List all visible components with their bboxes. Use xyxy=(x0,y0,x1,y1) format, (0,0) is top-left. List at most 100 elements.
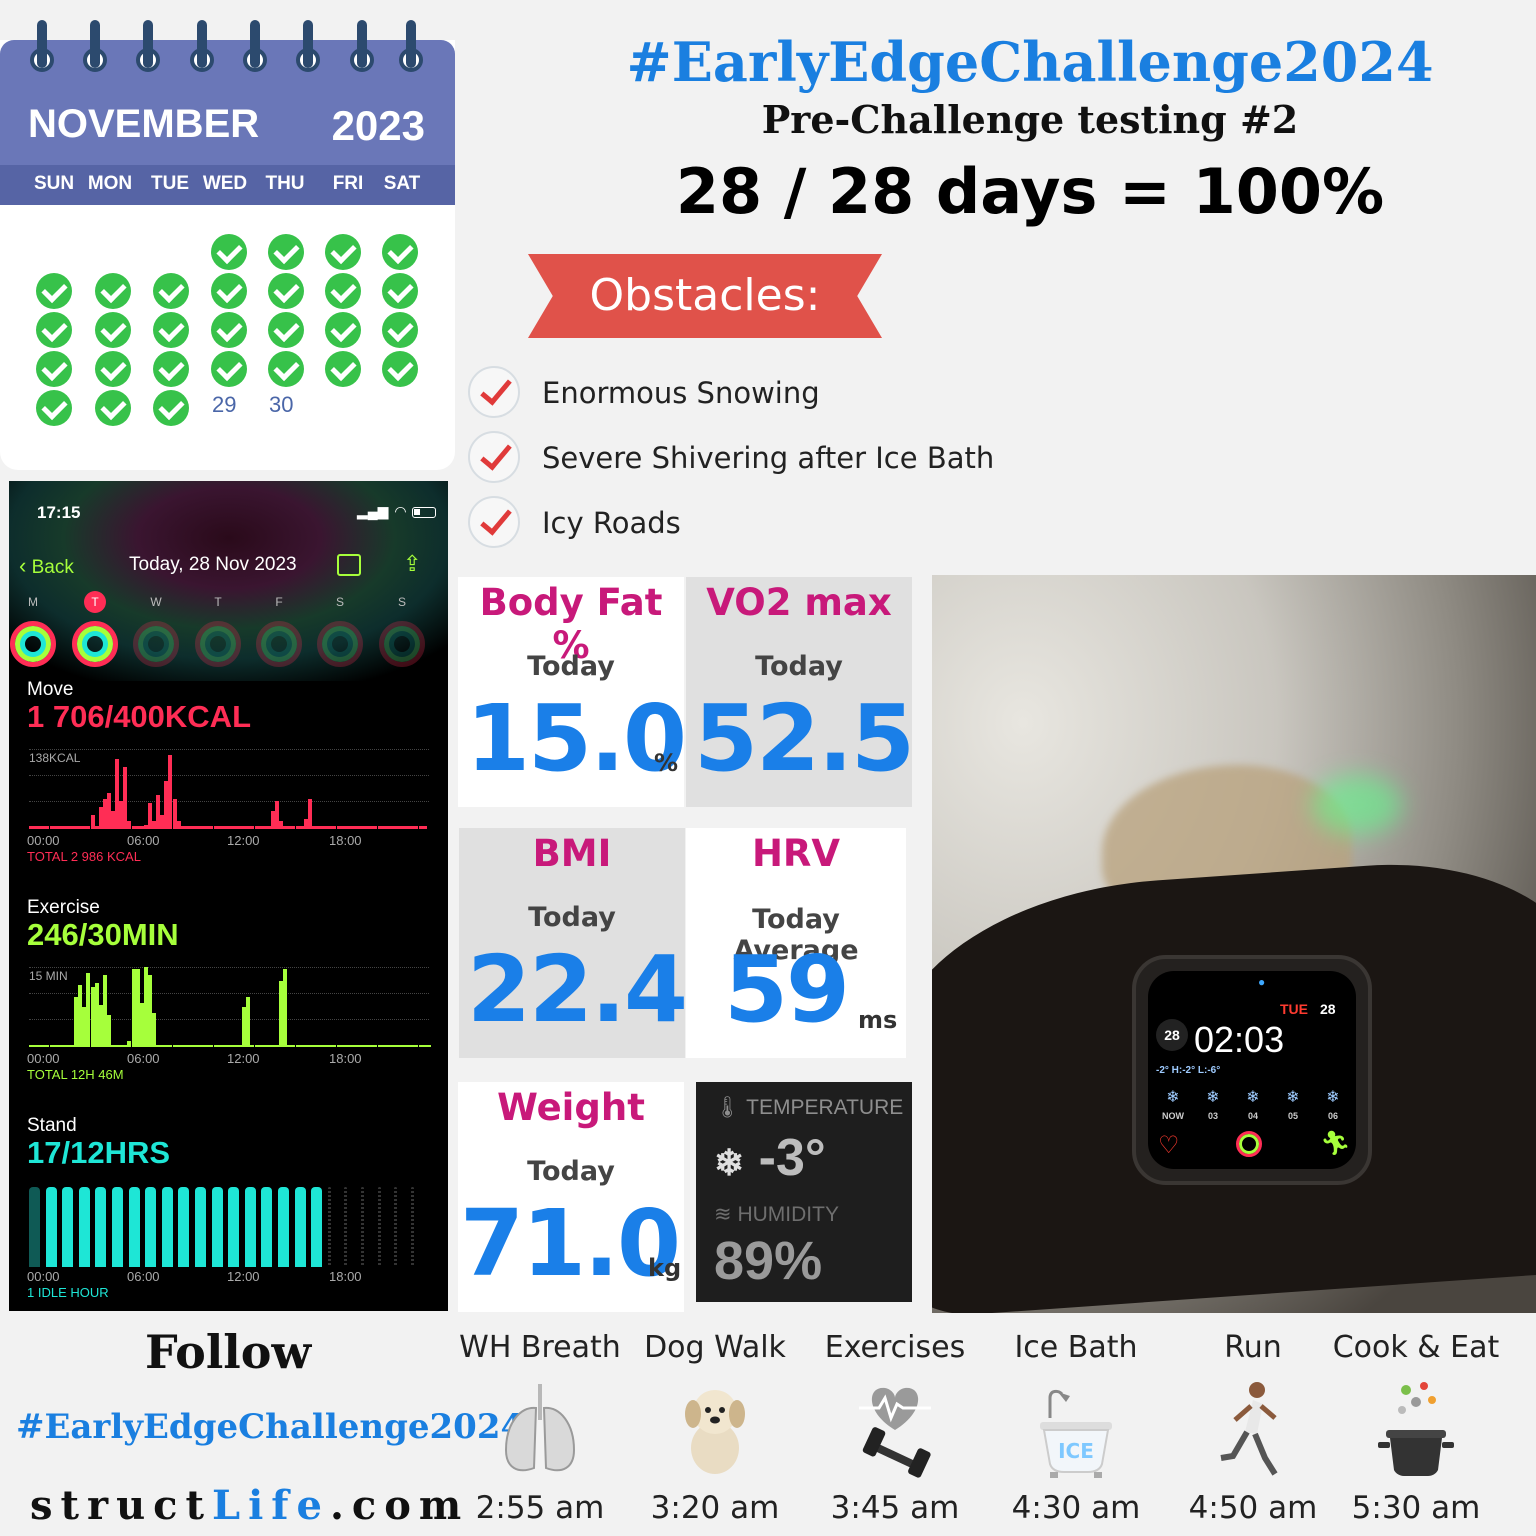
challenge-subtitle: Pre-Challenge testing #2 xyxy=(761,97,1299,142)
green-check-icon xyxy=(382,273,418,309)
stand-bar xyxy=(128,1187,140,1267)
stand-bar xyxy=(178,1187,190,1267)
watch-weather-line: -2° H:-2° L:-6° xyxy=(1156,1065,1221,1076)
activity-time: 4:50 am xyxy=(1188,1490,1318,1526)
forecast-hour: NOW xyxy=(1162,1111,1184,1121)
snowflake-icon: ❄ xyxy=(714,1142,745,1183)
activity-time: 5:30 am xyxy=(1351,1490,1481,1526)
time-tick: 18:00 xyxy=(329,1051,362,1066)
activity-ring-icon[interactable] xyxy=(72,621,118,667)
green-check-icon xyxy=(325,273,361,309)
time-tick: 00:00 xyxy=(27,1051,60,1066)
humidity-label: HUMIDITY xyxy=(737,1203,839,1226)
chevron-left-icon: ‹ xyxy=(19,553,27,578)
graph-bar xyxy=(123,767,128,829)
back-button[interactable]: ‹ Back xyxy=(19,553,74,579)
weekday-letter[interactable]: F xyxy=(268,595,290,609)
weekday-letter[interactable]: T xyxy=(207,595,229,609)
green-check-icon xyxy=(382,312,418,348)
activity-ring-icon[interactable] xyxy=(379,621,425,667)
obstacle-text: Icy Roads xyxy=(542,506,681,540)
exercise-value: 246/30MIN xyxy=(27,917,179,952)
bmi-value: 22.4 xyxy=(467,936,688,1043)
lungs-icon xyxy=(504,1384,576,1472)
glowing-collar xyxy=(1312,775,1402,835)
activity-time: 3:20 am xyxy=(650,1490,780,1526)
humidity-icon: ≋ xyxy=(714,1203,732,1226)
fitness-app-screenshot: 17:15 ▂▄▆ ◠ ‹ Back Today, 28 Nov 2023 ⇪ … xyxy=(9,481,448,1311)
share-icon[interactable]: ⇪ xyxy=(403,551,421,577)
activity-ring-icon[interactable] xyxy=(10,621,56,667)
green-check-icon xyxy=(382,351,418,387)
green-check-icon xyxy=(325,234,361,270)
site-part: Life xyxy=(211,1482,330,1529)
graph-bar xyxy=(283,969,288,1047)
bathtub-icon: ICE xyxy=(1040,1389,1112,1478)
snowflake-icon: ❄ xyxy=(1246,1087,1260,1106)
weekday-letter[interactable]: W xyxy=(145,595,167,609)
time-tick: 06:00 xyxy=(127,833,160,848)
stand-bar xyxy=(394,1187,398,1267)
battery-icon xyxy=(412,506,437,518)
time-tick: 06:00 xyxy=(127,1051,160,1066)
green-check-icon xyxy=(268,273,304,309)
watch-date-complication: 28 xyxy=(1156,1019,1188,1051)
green-check-icon xyxy=(211,234,247,270)
calendar: NOVEMBER 2023 SUN MON TUE WED THU FRI SA… xyxy=(0,40,455,470)
weekday-label: FRI xyxy=(332,173,364,194)
tile-subtitle: Today xyxy=(755,651,843,682)
checkmark-icon xyxy=(468,496,520,548)
calendar-icon[interactable] xyxy=(337,554,361,576)
bmi-tile: BMI Today 22.4 xyxy=(459,828,688,1058)
binding-ring-icon xyxy=(296,20,320,76)
activity-ice-bath: Ice Bath ICE 4:30 am xyxy=(988,1330,1164,1530)
weekday-letter[interactable]: S xyxy=(391,595,413,609)
time-tick: 12:00 xyxy=(227,833,260,848)
green-check-icon xyxy=(153,390,189,426)
green-check-icon xyxy=(36,273,72,309)
time-tick: 06:00 xyxy=(127,1269,160,1284)
green-check-icon xyxy=(211,312,247,348)
weekday-letter[interactable]: M xyxy=(22,595,44,609)
activity-ring-icon[interactable] xyxy=(317,621,363,667)
stand-total: 1 IDLE HOUR xyxy=(27,1285,109,1300)
binding-ring-icon xyxy=(190,20,214,76)
signal-icon: ▂▄▆ xyxy=(357,503,389,519)
weekday-letter[interactable]: T xyxy=(84,591,106,613)
back-label: Back xyxy=(31,557,74,578)
stand-bar xyxy=(361,1187,364,1267)
website-link[interactable]: structLife.com xyxy=(30,1482,469,1529)
weekday-letter[interactable]: S xyxy=(329,595,351,609)
green-check-icon xyxy=(36,351,72,387)
green-check-icon xyxy=(95,312,131,348)
binding-ring-icon xyxy=(399,20,423,76)
obstacle-text: Severe Shivering after Ice Bath xyxy=(542,441,995,475)
stand-bar xyxy=(78,1187,90,1267)
tile-subtitle: Today xyxy=(527,1156,615,1187)
calendar-year: 2023 xyxy=(331,102,425,149)
activity-rings-icon xyxy=(1236,1131,1262,1157)
binding-ring-icon xyxy=(136,20,160,76)
stand-bar xyxy=(377,1187,381,1267)
calendar-header: NOVEMBER 2023 xyxy=(0,40,455,165)
activity-label: Run xyxy=(1224,1330,1282,1365)
follow-hashtag[interactable]: #EarlyEdgeChallenge2024 xyxy=(16,1407,524,1447)
activity-ring-icon[interactable] xyxy=(256,621,302,667)
activity-label: Cook & Eat xyxy=(1332,1330,1500,1365)
calendar-month: NOVEMBER xyxy=(28,102,260,146)
green-check-icon xyxy=(95,351,131,387)
activity-label: Exercises xyxy=(824,1330,966,1365)
temperature-value: -3° xyxy=(758,1129,826,1187)
phone-date: Today, 28 Nov 2023 xyxy=(129,554,297,575)
activity-ring-icon[interactable] xyxy=(133,621,179,667)
checkmark-icon xyxy=(468,431,520,483)
stand-bar xyxy=(62,1187,74,1267)
thermometer-icon: 🌡︎ xyxy=(714,1096,741,1119)
activity-ring-icon[interactable] xyxy=(195,621,241,667)
forecast-hour: 05 xyxy=(1287,1111,1298,1121)
forecast-hour: 04 xyxy=(1247,1111,1258,1121)
hrv-tile: HRV Today Average 59 ms xyxy=(686,828,906,1058)
green-check-icon xyxy=(325,312,361,348)
stand-bar xyxy=(311,1187,323,1267)
activity-run: Run 4:50 am xyxy=(1165,1330,1341,1530)
